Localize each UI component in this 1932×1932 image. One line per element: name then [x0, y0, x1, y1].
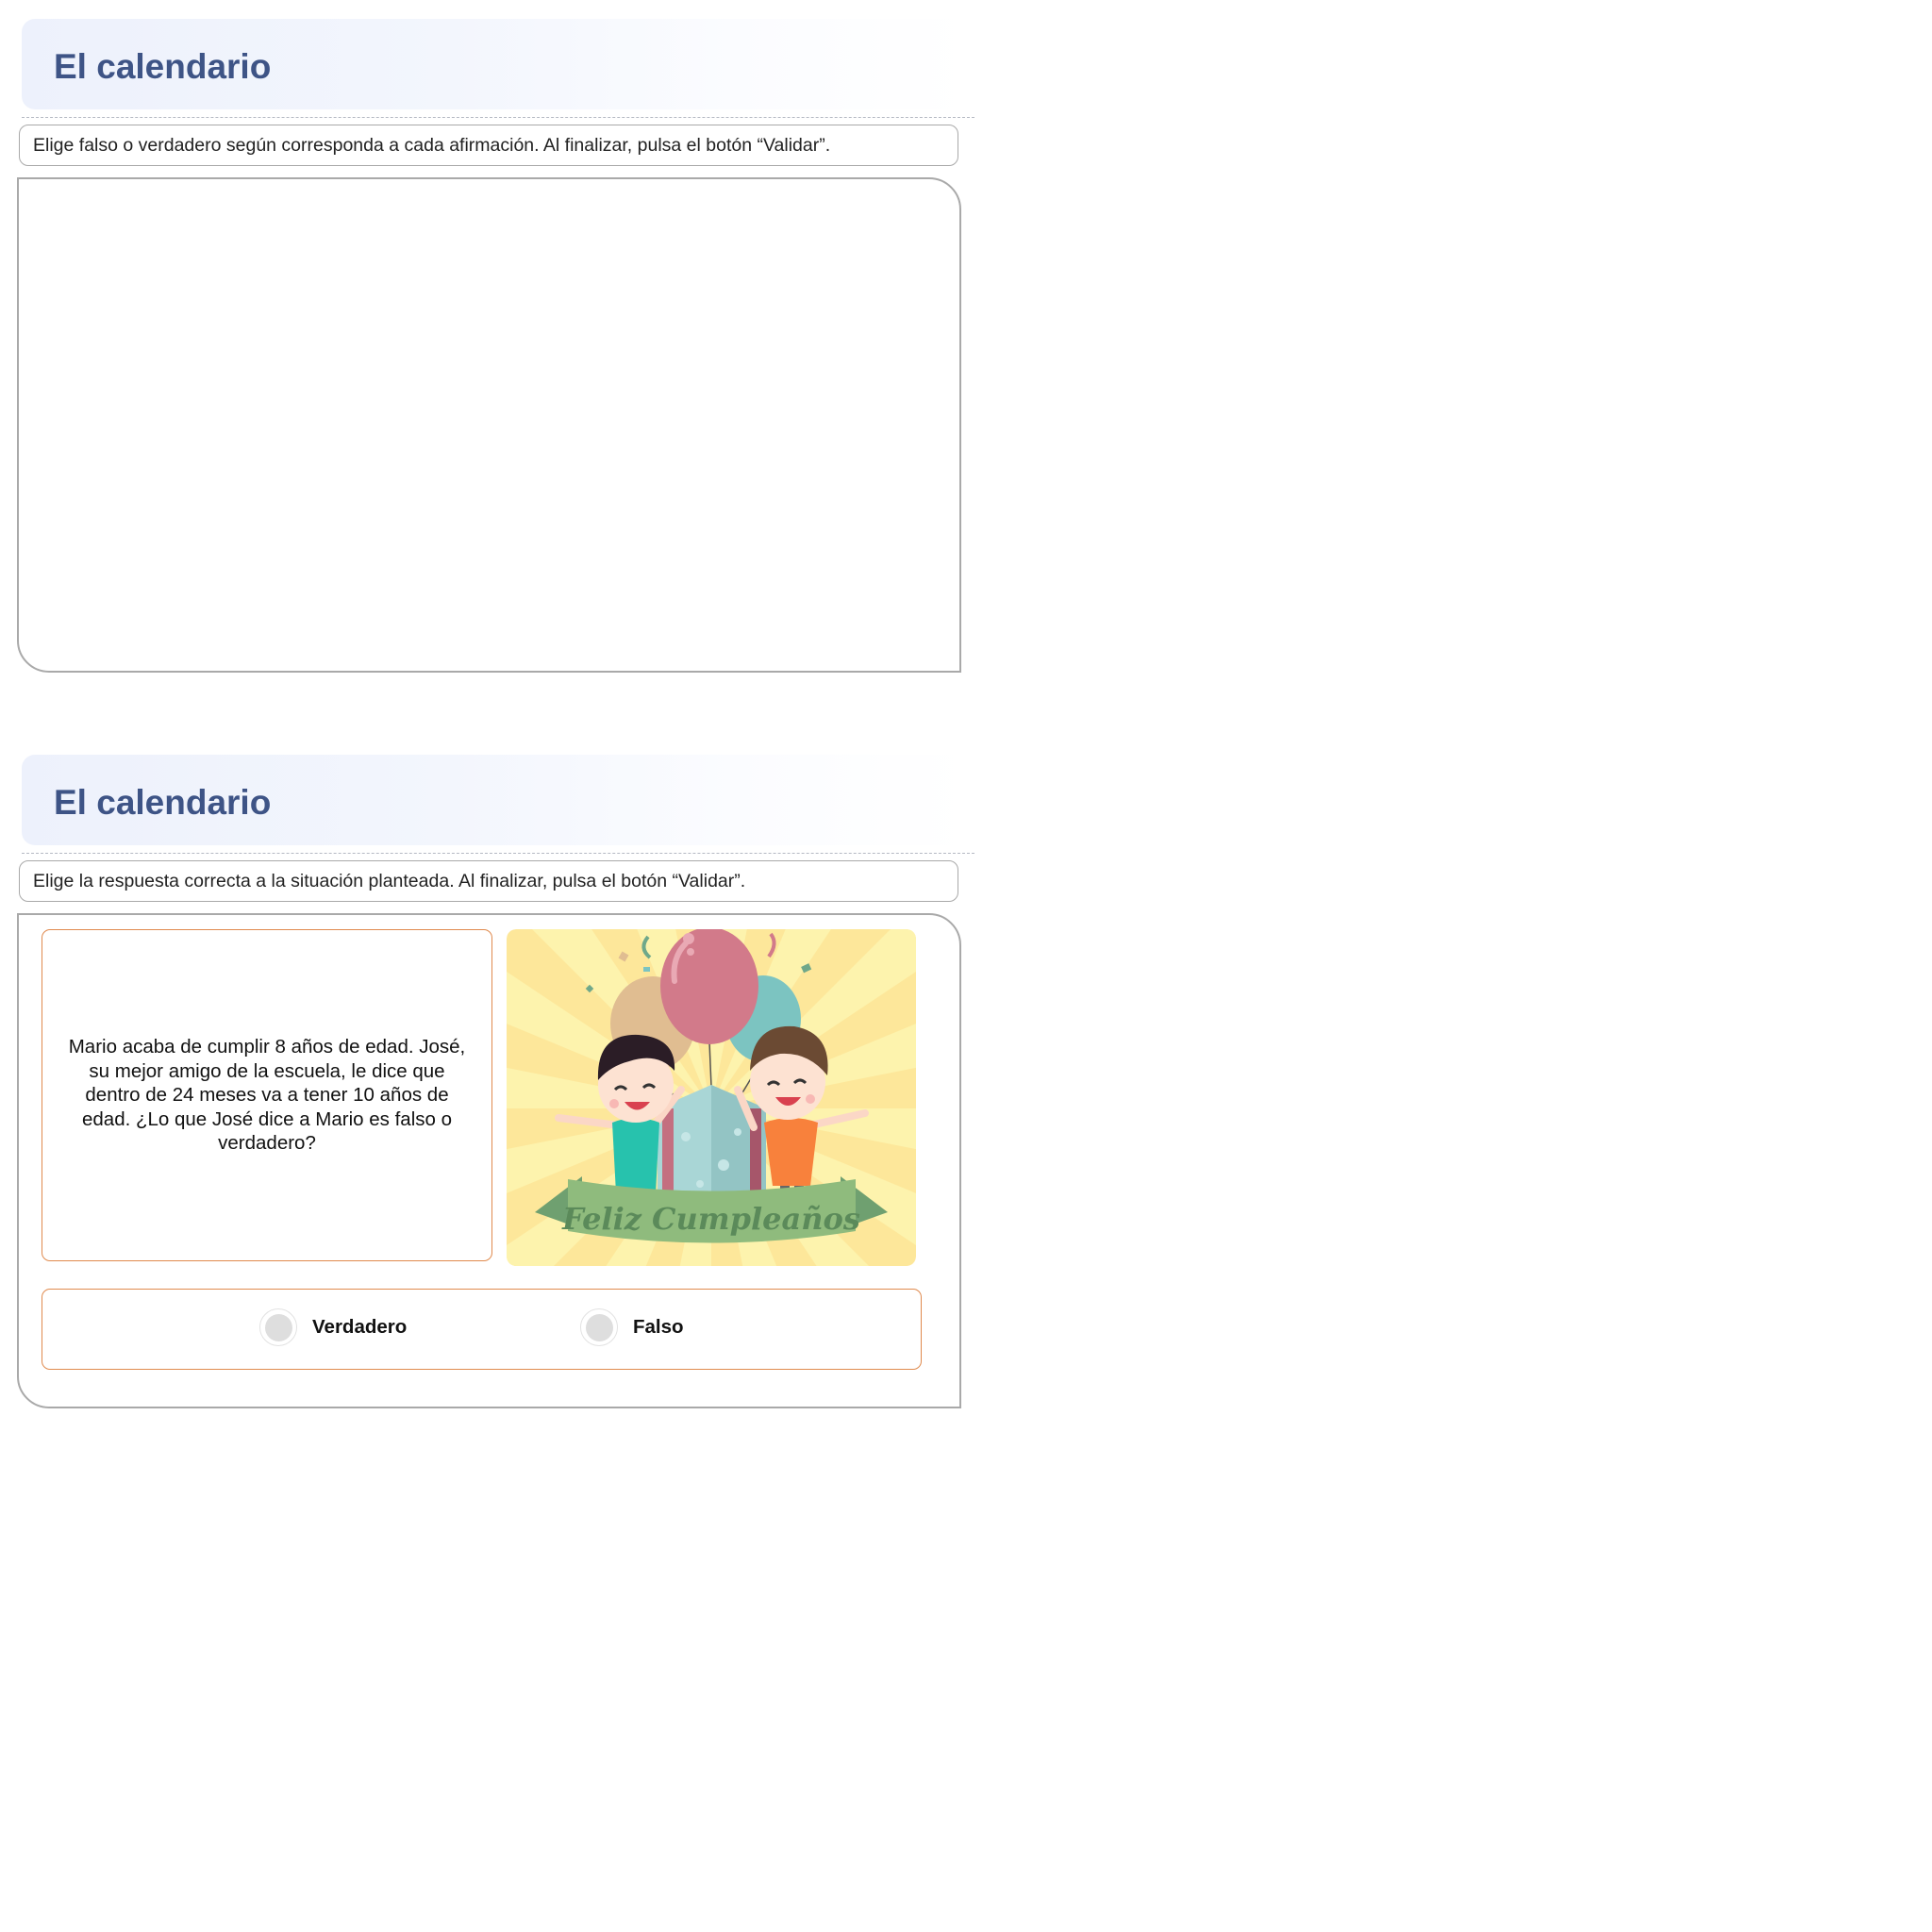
question-box: Mario acaba de cumplir 8 años de edad. J…: [42, 929, 492, 1261]
instruction-text: Elige falso o verdadero según correspond…: [33, 134, 831, 156]
question-text: Mario acaba de cumplir 8 años de edad. J…: [68, 1036, 466, 1155]
option-verdadero[interactable]: Verdadero: [259, 1307, 407, 1348]
instruction-box: Elige la respuesta correcta a la situaci…: [19, 860, 958, 902]
content-panel: Mario acaba de cumplir 8 años de edad. J…: [17, 913, 961, 1408]
falso-label[interactable]: Falso: [633, 1316, 684, 1339]
birthday-kids-image: Feliz Cumpleaños: [507, 929, 916, 1266]
title-bar: El calendario: [22, 755, 970, 845]
option-falso[interactable]: Falso: [580, 1307, 684, 1348]
radio-dot: [264, 1313, 292, 1341]
falso-radio[interactable]: [580, 1308, 618, 1346]
answer-options: Verdadero Falso: [42, 1289, 922, 1370]
instruction-text: Elige la respuesta correcta a la situaci…: [33, 870, 746, 891]
verdadero-radio[interactable]: [259, 1308, 297, 1346]
title-divider: [22, 853, 974, 854]
banner-text: Feliz Cumpleaños: [561, 1201, 860, 1237]
radio-dot: [585, 1313, 613, 1341]
title-divider: [22, 117, 974, 118]
page-title: El calendario: [54, 783, 272, 822]
title-bar: El calendario: [22, 19, 970, 109]
verdadero-label[interactable]: Verdadero: [312, 1316, 407, 1339]
page-title: El calendario: [54, 47, 272, 86]
content-panel: [17, 177, 961, 673]
birthday-illustration: Feliz Cumpleaños: [507, 929, 916, 1266]
instruction-box: Elige falso o verdadero según correspond…: [19, 125, 958, 166]
